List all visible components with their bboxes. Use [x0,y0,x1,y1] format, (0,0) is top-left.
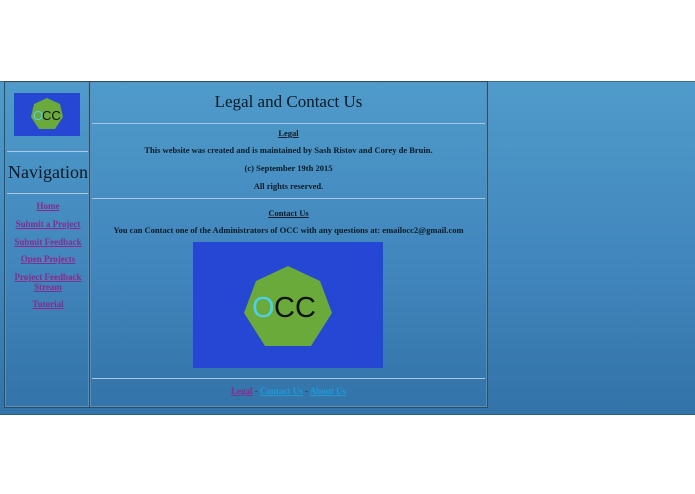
nav-link-submit-feedback[interactable]: Submit Feedback [9,237,87,247]
logo-letters-cc: CC [42,108,61,123]
contact-heading: Contact Us [268,208,309,218]
nav-link-home[interactable]: Home [9,201,87,211]
content-divider [92,198,485,199]
footer-link-about[interactable]: About Us [310,386,346,396]
nav-link-project-feedback-stream[interactable]: Project Feedback Stream [9,272,87,292]
content-divider [92,123,485,124]
contact-text: You can Contact one of the Administrator… [113,225,464,235]
logo-heptagon-icon: O CC [31,98,63,129]
legal-text-copyright: (c) September 19th 2015 [244,163,333,173]
site-logo[interactable]: O CC [14,93,80,136]
logo-letters-cc: CC [274,292,316,324]
nav-link-submit-project[interactable]: Submit a Project [9,219,87,229]
sidebar-divider [7,151,88,152]
navigation-heading: Navigation [8,162,88,182]
nav-link-open-projects[interactable]: Open Projects [9,254,87,264]
content-divider [92,378,485,379]
main-content: Legal and Contact Us Legal This website … [89,81,488,408]
legal-heading: Legal [278,128,299,138]
sidebar: O CC Navigation Home Submit a Project Su… [4,81,90,408]
legal-text-maintainers: This website was created and is maintain… [144,145,433,155]
footer-separator: - [302,386,310,396]
sidebar-divider [7,193,88,194]
page-title: Legal and Contact Us [214,92,363,111]
footer-separator: - [252,386,260,396]
footer-link-contact[interactable]: Contact Us [260,386,303,396]
legal-text-rights: All rights reserved. [253,181,324,191]
occ-logo-image: O CC [193,242,383,368]
footer-links: Legal - Contact Us - About Us [90,386,487,396]
logo-letter-o: O [252,292,275,324]
logo-heptagon-icon: O CC [244,266,332,346]
footer-link-legal[interactable]: Legal [231,386,253,396]
nav-link-tutorial[interactable]: Tutorial [9,299,87,309]
